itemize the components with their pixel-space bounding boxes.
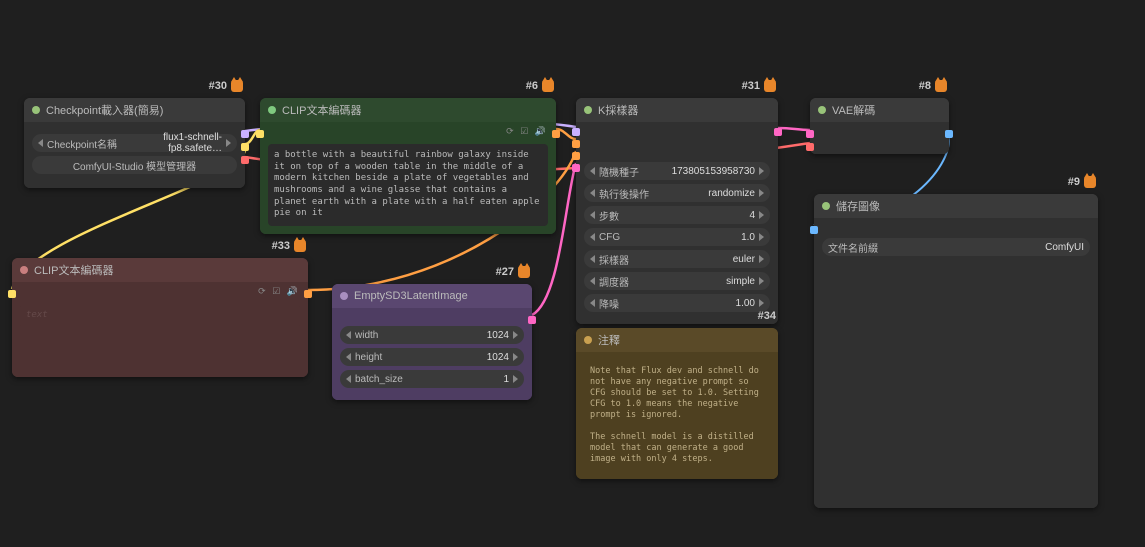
node-mini-icons[interactable]: ⟳ ☑ 🔊	[506, 126, 548, 137]
batch-size-widget[interactable]: batch_size1	[340, 370, 524, 388]
input-port-images[interactable]	[810, 226, 818, 234]
input-port-vae[interactable]	[806, 143, 814, 151]
chevron-left-icon	[38, 139, 43, 147]
fox-icon	[231, 80, 243, 92]
status-dot-icon	[584, 106, 592, 114]
node-header[interactable]: VAE解碼	[810, 98, 949, 122]
node-title: 注釋	[598, 332, 620, 348]
height-widget[interactable]: height1024	[340, 348, 524, 366]
node-save-image[interactable]: #9 儲存圖像 文件名前綴 ComfyUI	[814, 194, 1098, 508]
sampler-widget[interactable]: 採樣器euler	[584, 250, 770, 268]
output-port-conditioning[interactable]	[552, 130, 560, 138]
steps-widget[interactable]: 步數4	[584, 206, 770, 224]
node-id-badge: #27	[496, 266, 530, 278]
note-textarea[interactable]: Note that Flux dev and schnell do not ha…	[584, 360, 770, 471]
node-clip-encode-negative[interactable]: #33 CLIP文本編碼器 ⟳ ☑ 🔊 text	[12, 258, 308, 377]
input-port-positive[interactable]	[572, 140, 580, 148]
node-id-badge: #8	[919, 80, 947, 92]
node-header[interactable]: CLIP文本編碼器	[12, 258, 308, 282]
node-checkpoint-loader[interactable]: #30 Checkpoint載入器(簡易) Checkpoint名稱 flux1…	[24, 98, 245, 188]
output-port-latent[interactable]	[774, 128, 782, 136]
status-dot-icon	[268, 106, 276, 114]
fox-icon	[518, 266, 530, 278]
node-title: CLIP文本編碼器	[34, 262, 113, 278]
node-header[interactable]: K採樣器	[576, 98, 778, 122]
fox-icon	[935, 80, 947, 92]
node-title: K採樣器	[598, 102, 638, 118]
node-header[interactable]: CLIP文本編碼器	[260, 98, 556, 122]
node-id-badge: #6	[526, 80, 554, 92]
ckpt-name-selector[interactable]: Checkpoint名稱 flux1-schnell-fp8.safete…	[32, 134, 237, 152]
status-dot-icon	[340, 292, 348, 300]
scheduler-widget[interactable]: 調度器simple	[584, 272, 770, 290]
node-id-badge: #30	[209, 80, 243, 92]
status-dot-icon	[32, 106, 40, 114]
node-header[interactable]: Checkpoint載入器(簡易)	[24, 98, 245, 122]
node-title: 儲存圖像	[836, 198, 880, 214]
input-port-latent[interactable]	[572, 164, 580, 172]
input-port-negative[interactable]	[572, 152, 580, 160]
status-dot-icon	[822, 202, 830, 210]
output-port-model[interactable]	[241, 130, 249, 138]
node-clip-encode-positive[interactable]: #6 CLIP文本編碼器 ⟳ ☑ 🔊 a bottle with a beaut…	[260, 98, 556, 234]
prompt-textarea[interactable]: text	[20, 304, 300, 328]
node-header[interactable]: EmptySD3LatentImage	[332, 284, 532, 308]
output-port-conditioning[interactable]	[304, 290, 312, 298]
prompt-textarea[interactable]: a bottle with a beautiful rainbow galaxy…	[268, 144, 548, 226]
node-id-badge: #34	[758, 310, 776, 322]
status-dot-icon	[20, 266, 28, 274]
input-port-clip[interactable]	[256, 130, 264, 138]
node-id-badge: #31	[742, 80, 776, 92]
seed-widget[interactable]: 隨機種子173805153958730	[584, 162, 770, 180]
node-header[interactable]: 注釋	[576, 328, 778, 352]
input-port-model[interactable]	[572, 128, 580, 136]
output-port-vae[interactable]	[241, 156, 249, 164]
output-port-latent[interactable]	[528, 316, 536, 324]
fox-icon	[542, 80, 554, 92]
fox-icon	[764, 80, 776, 92]
node-note[interactable]: #34 注釋 Note that Flux dev and schnell do…	[576, 328, 778, 479]
output-port-clip[interactable]	[241, 143, 249, 151]
output-port-image[interactable]	[945, 130, 953, 138]
node-vae-decode[interactable]: #8 VAE解碼	[810, 98, 949, 154]
status-dot-icon	[818, 106, 826, 114]
node-title: EmptySD3LatentImage	[354, 290, 468, 302]
node-mini-icons[interactable]: ⟳ ☑ 🔊	[258, 286, 300, 297]
node-header[interactable]: 儲存圖像	[814, 194, 1098, 218]
node-title: VAE解碼	[832, 102, 875, 118]
control-after-widget[interactable]: 執行後操作randomize	[584, 184, 770, 202]
chevron-right-icon	[226, 139, 231, 147]
width-widget[interactable]: width1024	[340, 326, 524, 344]
filename-prefix-widget[interactable]: 文件名前綴 ComfyUI	[822, 238, 1090, 256]
status-dot-icon	[584, 336, 592, 344]
model-manager-button[interactable]: ComfyUI-Studio 模型管理器	[32, 156, 237, 174]
node-id-badge: #33	[272, 240, 306, 252]
fox-icon	[1084, 176, 1096, 188]
node-title: Checkpoint載入器(簡易)	[46, 102, 163, 118]
node-id-badge: #9	[1068, 176, 1096, 188]
node-title: CLIP文本編碼器	[282, 102, 361, 118]
cfg-widget[interactable]: CFG1.0	[584, 228, 770, 246]
node-empty-latent[interactable]: #27 EmptySD3LatentImage width1024 height…	[332, 284, 532, 400]
denoise-widget[interactable]: 降噪1.00	[584, 294, 770, 312]
fox-icon	[294, 240, 306, 252]
input-port-clip[interactable]	[8, 290, 16, 298]
node-ksampler[interactable]: #31 K採樣器 隨機種子173805153958730 執行後操作random…	[576, 98, 778, 324]
input-port-samples[interactable]	[806, 130, 814, 138]
